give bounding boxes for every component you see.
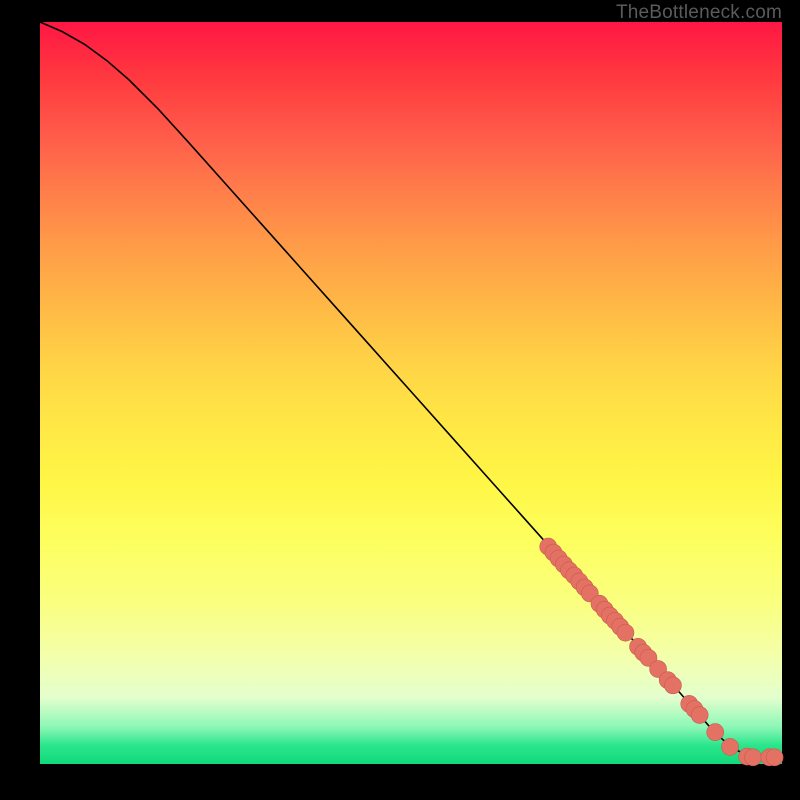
chart-marker <box>722 738 739 755</box>
chart-marker <box>745 749 762 766</box>
chart-marker <box>766 749 783 766</box>
chart-curve <box>40 22 782 757</box>
chart-marker <box>617 624 634 641</box>
chart-marker <box>664 677 681 694</box>
chart-svg <box>40 22 782 764</box>
attribution-text: TheBottleneck.com <box>616 2 782 24</box>
chart-markers <box>540 538 783 766</box>
chart-marker <box>691 707 708 724</box>
chart-marker <box>707 724 724 741</box>
